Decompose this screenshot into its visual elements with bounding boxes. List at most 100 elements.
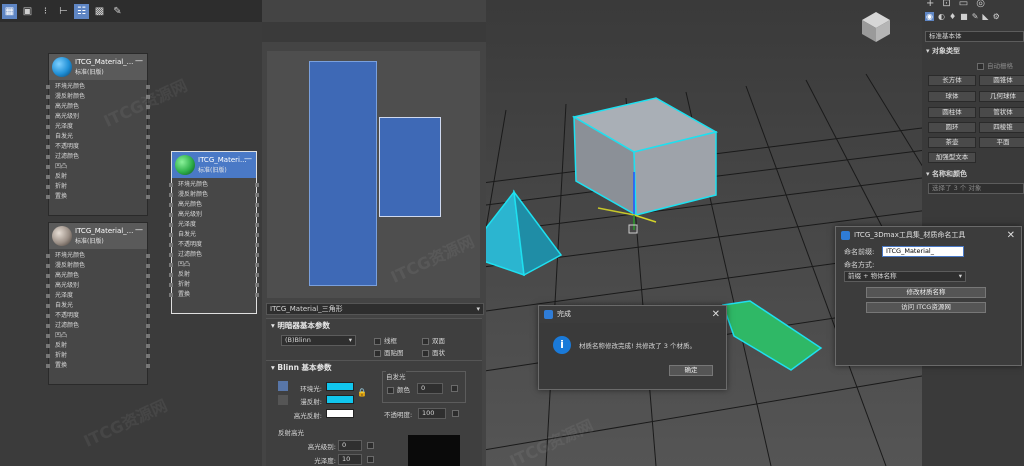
slot[interactable]: 反射 (46, 172, 150, 182)
faceted-checkbox[interactable]: 面状 (422, 347, 445, 357)
lock-swatch-icon[interactable]: 🔒 (357, 388, 367, 397)
map-button[interactable] (367, 455, 377, 463)
prefix-input[interactable]: ITCG_Material_ (882, 246, 964, 257)
name-color-header[interactable]: ▾ 名称和颜色 (926, 169, 967, 179)
self-illum-spinner[interactable]: 0 (417, 383, 443, 394)
rollout-title[interactable]: Blinn 基本参数 (277, 363, 331, 372)
close-icon[interactable]: ✕ (712, 306, 720, 323)
sphere-button[interactable]: 球体 (928, 91, 976, 102)
lock-icon[interactable] (278, 381, 288, 391)
checker-icon[interactable]: ▩ (92, 4, 107, 19)
slot[interactable]: 环境光颜色 (169, 180, 259, 190)
slot[interactable]: 置换 (46, 361, 150, 371)
torus-button[interactable]: 圆环 (928, 122, 976, 133)
opacity-spinner[interactable]: 100 (418, 408, 446, 419)
slot[interactable]: 过滤颜色 (169, 250, 259, 260)
material-node[interactable]: ITCG_Material_... 标准(旧版) — 环境光颜色 漫反射颜色 高… (46, 53, 150, 216)
teapot-button[interactable]: 茶壶 (928, 137, 976, 148)
slot[interactable]: 凹凸 (46, 162, 150, 172)
slot[interactable]: 反射 (46, 341, 150, 351)
lights-icon[interactable]: ♦ (949, 12, 956, 21)
slot[interactable]: 环境光颜色 (46, 82, 150, 92)
slot[interactable]: 过滤颜色 (46, 321, 150, 331)
slot[interactable]: 折射 (46, 351, 150, 361)
dialog-titlebar[interactable]: 完成 ✕ (539, 306, 726, 323)
dialog-titlebar[interactable]: ITCG_3Dmax工具集_材质命名工具 ✕ (836, 227, 1021, 244)
material-node[interactable]: ITCG_Material_... 标准(旧版) — 环境光颜色 漫反射颜色 高… (46, 222, 150, 385)
plane-button[interactable]: 平面 (979, 137, 1024, 148)
slot[interactable]: 不透明度 (169, 240, 259, 250)
motion-tab-icon[interactable]: ◎ (976, 0, 985, 9)
object-type-header[interactable]: ▾ 对象类型 (926, 46, 960, 56)
slot[interactable]: 漫反射颜色 (169, 190, 259, 200)
close-icon[interactable]: ✕ (1007, 227, 1015, 244)
material-name-field[interactable]: ITCG_Material_三角形 ▾ (266, 303, 484, 315)
slot[interactable]: 光泽度 (46, 122, 150, 132)
minimize-icon[interactable]: — (244, 154, 252, 163)
slot[interactable]: 折射 (46, 182, 150, 192)
slot[interactable]: 置换 (46, 192, 150, 202)
autogrid-checkbox[interactable]: 自动栅格 (977, 60, 1013, 70)
systems-icon[interactable]: ⚙ (993, 12, 1000, 21)
link-icon[interactable] (278, 395, 288, 405)
slot[interactable]: 自发光 (169, 230, 259, 240)
map-button[interactable] (367, 441, 377, 449)
minimize-icon[interactable]: — (135, 225, 143, 234)
slot[interactable]: 不透明度 (46, 311, 150, 321)
slot[interactable]: 环境光颜色 (46, 251, 150, 261)
map-button[interactable] (451, 384, 461, 392)
helpers-icon[interactable]: ✎ (972, 12, 979, 21)
ok-button[interactable]: 确定 (669, 365, 713, 376)
glossiness-spinner[interactable]: 10 (338, 454, 362, 465)
slot[interactable]: 凹凸 (46, 331, 150, 341)
object-name-field[interactable]: 选择了 3 个 对象 (928, 183, 1024, 194)
create-tab-icon[interactable]: + (926, 0, 934, 9)
shader-dropdown[interactable]: (B)Blinn ▾ (281, 335, 356, 346)
geosphere-button[interactable]: 几何球体 (979, 91, 1024, 102)
slot[interactable]: 不透明度 (46, 142, 150, 152)
zero-icon[interactable]: ▣ (20, 4, 35, 19)
shapes-icon[interactable]: ◐ (938, 12, 945, 21)
pyramid-button[interactable]: 四棱锥 (979, 122, 1024, 133)
slot[interactable]: 自发光 (46, 301, 150, 311)
modify-names-button[interactable]: 修改材质名称 (866, 287, 986, 298)
slot[interactable]: 光泽度 (46, 291, 150, 301)
rollout-title[interactable]: 明暗器基本参数 (277, 321, 330, 330)
tube-button[interactable]: 管状体 (979, 107, 1024, 118)
slot[interactable]: 凹凸 (169, 260, 259, 270)
diffuse-swatch[interactable] (326, 395, 354, 404)
slot[interactable]: 高光颜色 (46, 102, 150, 112)
box-button[interactable]: 长方体 (928, 75, 976, 86)
hierarchy-tab-icon[interactable]: ▭ (959, 0, 968, 9)
slot[interactable]: 漫反射颜色 (46, 92, 150, 102)
slot[interactable]: 高光颜色 (169, 200, 259, 210)
text-plus-button[interactable]: 加强型文本 (928, 152, 976, 163)
specular-swatch[interactable] (326, 409, 354, 418)
slot[interactable]: 折射 (169, 280, 259, 290)
slot[interactable]: 高光级别 (46, 281, 150, 291)
spec-level-spinner[interactable]: 0 (338, 440, 362, 451)
chevron-down-icon[interactable]: ▾ (476, 304, 480, 314)
two-sided-checkbox[interactable]: 双面 (422, 335, 445, 345)
layout-children-icon[interactable]: ⊢ (56, 4, 71, 19)
slot[interactable]: 高光级别 (46, 112, 150, 122)
pick-icon[interactable]: ✎ (110, 4, 125, 19)
mode-dropdown[interactable]: 前缀 + 物体名称 ▾ (844, 271, 966, 282)
map-button[interactable] (452, 409, 462, 417)
modify-tab-icon[interactable]: ⊡ (942, 0, 950, 9)
ambient-swatch[interactable] (326, 382, 354, 391)
face-map-checkbox[interactable]: 面贴图 (374, 347, 404, 357)
category-dropdown[interactable]: 标准基本体 (925, 31, 1024, 42)
minimize-icon[interactable]: — (135, 56, 143, 65)
slot[interactable]: 光泽度 (169, 220, 259, 230)
self-illum-color-checkbox[interactable]: 颜色 (387, 384, 410, 394)
layout-icon[interactable]: ▦ (2, 3, 17, 19)
slot[interactable]: 反射 (169, 270, 259, 280)
cone-button[interactable]: 圆锥体 (979, 75, 1024, 86)
hide-unused-icon[interactable]: ☷ (74, 3, 89, 19)
slot[interactable]: 置换 (169, 290, 259, 300)
cylinder-button[interactable]: 圆柱体 (928, 107, 976, 118)
material-node-selected[interactable]: ITCG_Materi... 标准(旧版) — 环境光颜色 漫反射颜色 高光颜色… (169, 151, 259, 314)
geometry-icon[interactable]: ◉ (925, 12, 934, 21)
move-children-icon[interactable]: ⁝ (38, 4, 53, 19)
